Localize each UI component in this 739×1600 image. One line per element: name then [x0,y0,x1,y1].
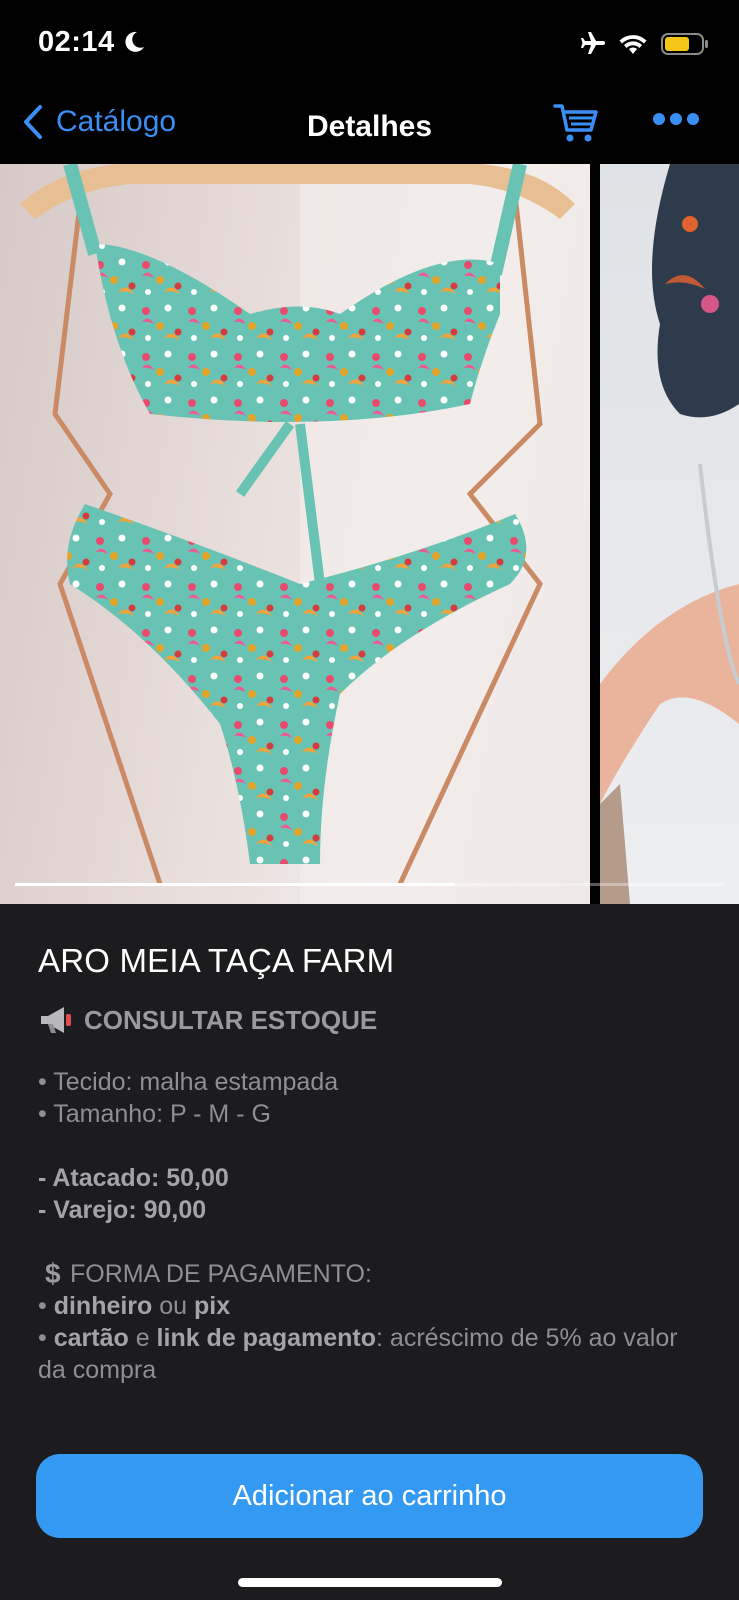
wifi-icon [619,35,647,54]
navigation-bar: Catálogo Detalhes [0,90,739,164]
product-photo[interactable] [0,164,590,904]
gallery-progress-fill [15,883,455,886]
stock-label: CONSULTAR ESTOQUE [84,1004,378,1035]
product-photo-next-illustration [600,164,739,904]
conjunction: e [128,1324,157,1352]
chevron-left-icon [24,105,42,139]
moon-icon [125,31,144,52]
home-indicator[interactable] [238,1578,502,1587]
conjunction: ou [152,1292,195,1320]
product-details: ARO MEIA TAÇA FARM CONSULTAR ESTOQUE • T… [38,942,698,1386]
back-label: Catálogo [56,105,177,138]
product-photo-illustration [20,164,590,904]
payment-header-text: FORMA DE PAGAMENTO: [70,1260,372,1288]
bullet: • [38,1324,54,1352]
size-line: • Tamanho: P - M - G [38,1100,271,1128]
airplane-icon [581,32,605,54]
fabric-line: • Tecido: malha estampada [38,1068,339,1096]
add-to-cart-button[interactable]: Adicionar ao carrinho [36,1454,703,1538]
cart-icon[interactable] [553,102,599,144]
wholesale-price: - Atacado: 50,00 [38,1164,229,1192]
dollar-icon: $ [45,1258,61,1289]
product-description: • Tecido: malha estampada • Tamanho: P -… [38,1066,698,1386]
product-title: ARO MEIA TAÇA FARM [38,942,395,979]
back-button[interactable]: Catálogo [22,104,176,140]
status-bar: 02:14 [0,0,739,90]
payment-card: cartão [53,1324,129,1352]
product-image-gallery[interactable] [0,164,739,904]
retail-price: - Varejo: 90,00 [38,1196,207,1224]
payment-option-cash: • dinheiro ou pix [38,1290,698,1322]
payment-header: $ FORMA DE PAGAMENTO: [38,1258,698,1290]
battery-icon [661,33,708,55]
payment-option-card: • cartão e link de pagamento: acréscimo … [38,1322,698,1386]
status-time: 02:14 [38,26,115,58]
megaphone-icon [41,1007,71,1033]
payment-pix: pix [194,1292,231,1320]
payment-link: link de pagamento [156,1324,377,1352]
stock-notice: CONSULTAR ESTOQUE [38,1004,698,1036]
product-photo-next[interactable] [600,164,739,904]
more-icon[interactable] [652,112,700,126]
bullet: • [38,1292,54,1320]
payment-cash: dinheiro [53,1292,153,1320]
svg-text:$: $ [45,1260,61,1286]
